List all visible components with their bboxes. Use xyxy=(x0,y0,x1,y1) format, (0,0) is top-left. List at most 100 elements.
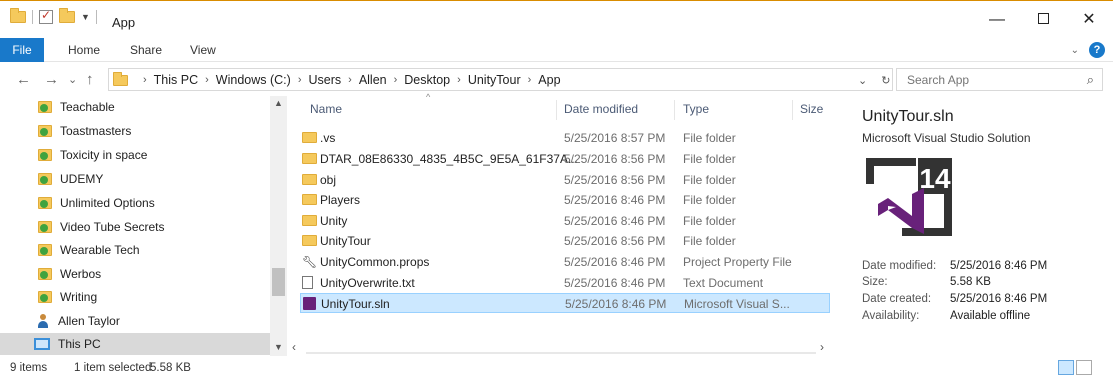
column-divider[interactable] xyxy=(556,100,557,120)
file-name: Unity xyxy=(320,214,348,228)
sidebar-item-label: Toastmasters xyxy=(60,124,132,138)
address-dropdown-chevron-icon[interactable]: ⌄ xyxy=(858,74,867,87)
back-button[interactable]: ← xyxy=(16,71,31,88)
table-row-selected[interactable]: UnityTour.sln 5/25/2016 8:46 PM Microsof… xyxy=(300,293,830,313)
breadcrumb-desktop[interactable]: Desktop xyxy=(404,73,450,87)
vs-frame-right xyxy=(944,194,952,228)
table-row[interactable]: .vs 5/25/2016 8:57 PM File folder xyxy=(300,128,830,148)
selection-status: 1 item selected xyxy=(74,362,152,374)
column-header-name[interactable]: Name xyxy=(310,96,342,122)
breadcrumb-separator[interactable]: › xyxy=(348,74,352,86)
breadcrumb-windows-c[interactable]: Windows (C:) xyxy=(216,73,291,87)
minimize-button[interactable]: — xyxy=(974,7,1020,33)
column-header-date-modified[interactable]: Date modified xyxy=(564,96,638,122)
sidebar-item-wearable-tech[interactable]: Wearable Tech xyxy=(38,239,140,261)
breadcrumb-separator[interactable]: › xyxy=(298,74,302,86)
horizontal-scrollbar[interactable]: ‹ › xyxy=(292,338,837,355)
title-bar: ▼ App — ✕ xyxy=(0,0,1113,38)
quick-access-toolbar: ▼ xyxy=(10,8,97,24)
details-title: UnityTour.sln xyxy=(862,108,954,125)
table-row[interactable]: 🔧︎ UnityCommon.props 5/25/2016 8:46 PM P… xyxy=(300,252,830,272)
column-header-size[interactable]: Size xyxy=(800,96,823,122)
maximize-icon xyxy=(1037,13,1049,24)
table-row[interactable]: UnityOverwrite.txt 5/25/2016 8:46 PM Tex… xyxy=(300,273,830,293)
scroll-left-arrow-icon[interactable]: ‹ xyxy=(292,340,296,354)
new-folder-icon[interactable] xyxy=(59,8,75,23)
column-divider[interactable] xyxy=(792,100,793,120)
close-button[interactable]: ✕ xyxy=(1066,7,1112,33)
breadcrumb-this-pc[interactable]: This PC xyxy=(154,73,198,87)
large-icons-view-button[interactable] xyxy=(1076,360,1092,375)
wrench-icon: 🔧︎ xyxy=(302,255,318,269)
folder-icon xyxy=(302,153,317,164)
expand-ribbon-chevron-icon[interactable]: ⌄ xyxy=(1071,45,1079,56)
up-button[interactable]: ↑ xyxy=(86,71,94,88)
sidebar-item-toastmasters[interactable]: Toastmasters xyxy=(38,120,131,142)
sidebar-item-toxicity-in-space[interactable]: Toxicity in space xyxy=(38,144,147,166)
breadcrumb-app[interactable]: App xyxy=(538,73,560,87)
address-bar[interactable]: › This PC › Windows (C:) › Users › Allen… xyxy=(108,68,893,91)
sidebar-scrollbar[interactable]: ▲ ▼ xyxy=(270,96,287,356)
item-count: 9 items xyxy=(10,362,48,374)
breadcrumb-separator[interactable]: › xyxy=(394,74,398,86)
sidebar-item-this-pc[interactable]: This PC xyxy=(34,333,101,355)
sidebar-item-werbos[interactable]: Werbos xyxy=(38,263,101,285)
breadcrumb-separator[interactable]: › xyxy=(457,74,461,86)
column-divider[interactable] xyxy=(674,100,675,120)
sidebar-item-udemy[interactable]: UDEMY xyxy=(38,168,103,190)
scrollbar-thumb[interactable] xyxy=(272,268,285,296)
file-type: Microsoft Visual S... xyxy=(684,297,790,311)
tab-file[interactable]: File xyxy=(0,38,44,62)
table-row[interactable]: Unity 5/25/2016 8:46 PM File folder xyxy=(300,211,830,231)
refresh-icon[interactable]: ↻ xyxy=(881,74,890,87)
sidebar-item-unlimited-options[interactable]: Unlimited Options xyxy=(38,192,155,214)
breadcrumb-unitytour[interactable]: UnityTour xyxy=(468,73,521,87)
sidebar-item-writing[interactable]: Writing xyxy=(38,286,97,308)
search-icon[interactable]: ⌕ xyxy=(1087,72,1094,88)
breadcrumb-separator[interactable]: › xyxy=(528,74,532,86)
file-date: 5/25/2016 8:46 PM xyxy=(564,255,666,269)
navigation-bar: ← → ⌄ ↑ › This PC › Windows (C:) › Users… xyxy=(0,63,1113,96)
scroll-right-arrow-icon[interactable]: › xyxy=(820,340,824,354)
scroll-down-arrow-icon[interactable]: ▼ xyxy=(274,342,283,352)
table-row[interactable]: obj 5/25/2016 8:56 PM File folder xyxy=(300,170,830,190)
file-date: 5/25/2016 8:56 PM xyxy=(564,173,666,187)
file-name: UnityOverwrite.txt xyxy=(320,276,415,290)
sidebar-item-label: UDEMY xyxy=(60,172,104,186)
column-header-type[interactable]: Type xyxy=(683,96,709,122)
file-date: 5/25/2016 8:46 PM xyxy=(564,214,666,228)
search-box[interactable]: ⌕ xyxy=(896,68,1103,91)
visual-studio-solution-icon xyxy=(303,297,316,310)
vs-version-badge: 14 xyxy=(919,163,951,194)
vs-frame-bottom xyxy=(902,228,952,236)
scrollbar-track[interactable] xyxy=(306,352,816,354)
tab-share[interactable]: Share xyxy=(130,38,162,62)
tab-view[interactable]: View xyxy=(190,38,216,62)
details-view-button[interactable] xyxy=(1058,360,1074,375)
file-date: 5/25/2016 8:56 PM xyxy=(564,234,666,248)
ribbon: File Home Share View ⌄ ? xyxy=(0,38,1113,62)
file-date: 5/25/2016 8:46 PM xyxy=(565,297,667,311)
sidebar-item-allen-taylor[interactable]: Allen Taylor xyxy=(36,310,120,332)
properties-icon[interactable] xyxy=(39,8,53,24)
search-input[interactable] xyxy=(897,69,1067,90)
detail-label: Date modified: xyxy=(862,260,937,272)
table-row[interactable]: UnityTour 5/25/2016 8:56 PM File folder xyxy=(300,231,830,251)
table-row[interactable]: DTAR_08E86330_4835_4B5C_9E5A_61F37A... 5… xyxy=(300,149,830,169)
sidebar-item-teachable[interactable]: Teachable xyxy=(38,96,115,118)
sidebar-item-video-tube-secrets[interactable]: Video Tube Secrets xyxy=(38,216,165,238)
breadcrumb-allen[interactable]: Allen xyxy=(359,73,387,87)
detail-value: Available offline xyxy=(950,310,1031,322)
table-row[interactable]: Players 5/25/2016 8:46 PM File folder xyxy=(300,190,830,210)
view-switcher xyxy=(1058,360,1092,375)
help-icon[interactable]: ? xyxy=(1089,42,1105,58)
file-name: UnityTour.sln xyxy=(321,297,390,311)
customize-toolbar-chevron-icon[interactable]: ▼ xyxy=(81,12,90,22)
maximize-button[interactable] xyxy=(1020,7,1066,33)
breadcrumb-users[interactable]: Users xyxy=(308,73,341,87)
forward-button[interactable]: → xyxy=(44,71,59,88)
tab-home[interactable]: Home xyxy=(68,38,100,62)
recent-locations-button[interactable]: ⌄ xyxy=(68,73,77,86)
breadcrumb-separator[interactable]: › xyxy=(205,74,209,86)
scroll-up-arrow-icon[interactable]: ▲ xyxy=(274,98,283,108)
